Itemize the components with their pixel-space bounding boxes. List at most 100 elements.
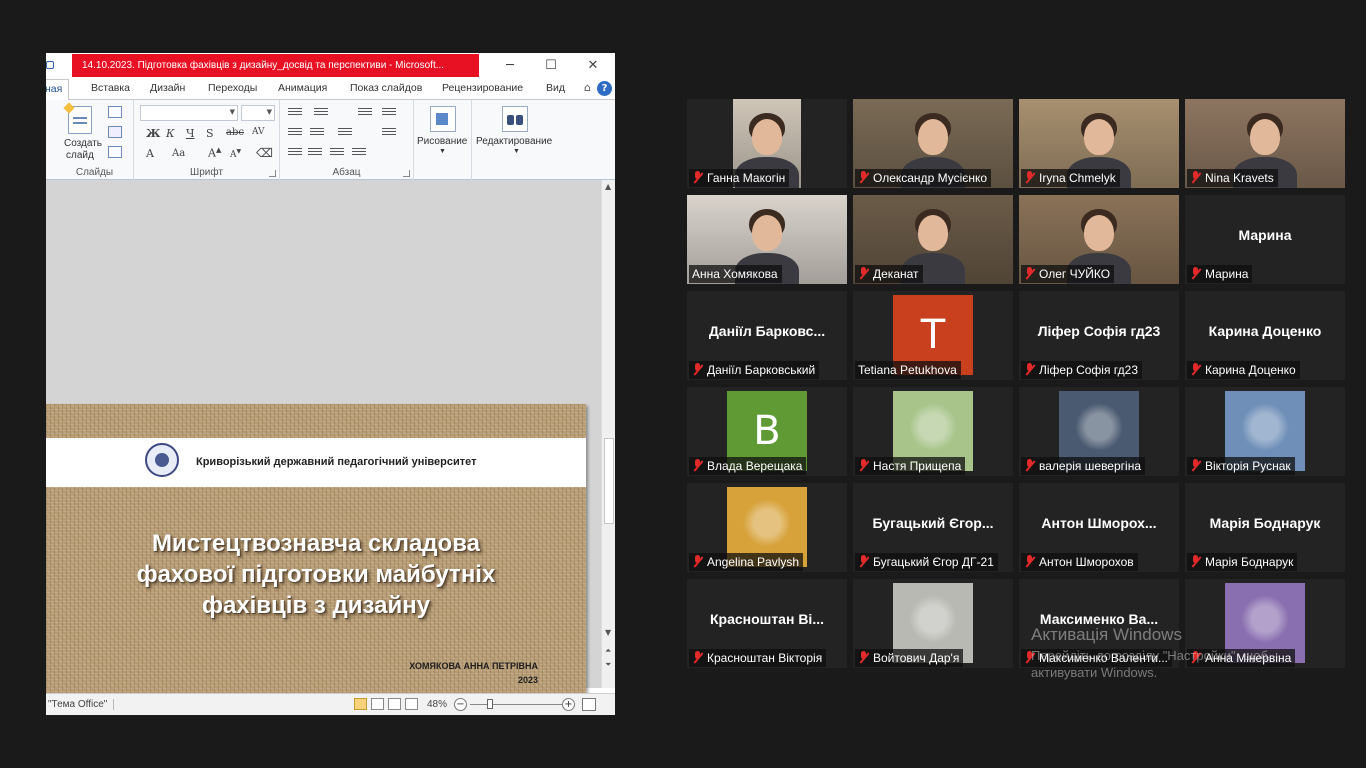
justify-icon[interactable] <box>352 146 366 158</box>
binoculars-icon[interactable] <box>502 106 528 132</box>
participant-tile[interactable]: T Tetiana Petukhova <box>853 291 1013 380</box>
tab-insert[interactable]: Вставка <box>91 82 130 94</box>
participant-tile[interactable]: Nina Kravets <box>1185 99 1345 188</box>
zoom-in-icon[interactable]: + <box>562 698 575 711</box>
slide-canvas[interactable]: Криворізький державний педагогічний унів… <box>46 404 586 715</box>
participant-name-label: Олександр Мусієнко <box>855 169 992 187</box>
new-slide-icon[interactable] <box>63 102 92 134</box>
drawing-icon[interactable] <box>430 106 456 132</box>
participant-tile[interactable]: валерія шевергіна <box>1019 387 1179 476</box>
zoom-slider-thumb[interactable] <box>487 699 493 709</box>
close-icon[interactable]: ✕ <box>573 56 613 76</box>
scroll-down-icon[interactable]: ▼ <box>605 628 611 637</box>
participant-tile[interactable]: Марія Боднарук Марія Боднарук <box>1185 483 1345 572</box>
grow-font-icon[interactable]: A▲ <box>208 146 221 160</box>
title-bar[interactable]: 14.10.2023. Підготовка фахівців з дизайн… <box>46 53 615 79</box>
tab-review[interactable]: Рецензирование <box>442 82 523 94</box>
align-left-icon[interactable] <box>288 146 302 158</box>
bullets-icon[interactable] <box>288 106 302 118</box>
participant-tile[interactable]: Даніїл Барковс... Даніїл Барковський <box>687 291 847 380</box>
scroll-up-icon[interactable]: ▲ <box>605 182 611 191</box>
next-slide-icon[interactable]: ⏷ <box>605 660 611 670</box>
participant-name-label: Iryna Chmelyk <box>1021 169 1120 187</box>
tab-transitions[interactable]: Переходы <box>208 82 257 94</box>
scroll-thumb[interactable] <box>604 438 614 524</box>
zoom-level[interactable]: 48% <box>427 699 447 710</box>
new-slide-button[interactable]: Создать <box>64 138 102 149</box>
bold-icon[interactable]: Ж <box>146 127 160 140</box>
italic-icon[interactable]: К <box>166 127 175 140</box>
participant-tile[interactable]: Олександр Мусієнко <box>853 99 1013 188</box>
tab-view[interactable]: Вид <box>546 82 565 94</box>
vertical-scrollbar[interactable]: ▲ ▼ ⏶ ⏷ <box>601 180 615 688</box>
fit-to-window-icon[interactable] <box>582 698 596 711</box>
font-name-combo[interactable]: ▼ <box>140 105 238 121</box>
participant-tile[interactable]: B Влада Верещака <box>687 387 847 476</box>
tab-design[interactable]: Дизайн <box>150 82 185 94</box>
participant-tile[interactable]: Марина Марина <box>1185 195 1345 284</box>
increase-indent-icon[interactable] <box>310 126 324 138</box>
participant-tile[interactable]: Антон Шморох... Антон Шморохов <box>1019 483 1179 572</box>
text-color-icon[interactable]: A <box>146 147 154 160</box>
layout-icon[interactable] <box>108 106 122 118</box>
participant-tile[interactable]: Angelina Pavlysh <box>687 483 847 572</box>
tab-slideshow[interactable]: Показ слайдов <box>350 82 422 94</box>
participant-tile[interactable]: Деканат <box>853 195 1013 284</box>
drawing-button[interactable]: Рисование <box>417 136 467 147</box>
participant-tile[interactable]: Ліфер Софія гд23 Ліфер Софія гд23 <box>1019 291 1179 380</box>
minimize-ribbon-icon[interactable]: ⌂ <box>584 81 591 94</box>
spacing-icon[interactable]: AV <box>252 127 265 137</box>
zoom-slider[interactable] <box>470 704 562 705</box>
align-center-icon[interactable] <box>308 146 322 158</box>
slide-workspace[interactable]: Криворізький державний педагогічний унів… <box>46 180 601 715</box>
editing-button[interactable]: Редактирование <box>476 136 552 147</box>
participant-tile[interactable]: Анна Хомякова <box>687 195 847 284</box>
columns-icon[interactable] <box>338 126 352 138</box>
reading-view-icon[interactable] <box>388 698 401 710</box>
underline-icon[interactable]: Ч <box>186 127 195 140</box>
numbering-icon[interactable] <box>314 106 328 118</box>
editing-dropdown-icon[interactable]: ▼ <box>513 148 520 155</box>
shadow-icon[interactable]: S <box>206 127 214 140</box>
participant-tile[interactable]: Войтович Дар'я <box>853 579 1013 668</box>
participant-name: Бугацький Єгор ДГ-21 <box>873 555 994 569</box>
decrease-indent-icon[interactable] <box>288 126 302 138</box>
participant-tile[interactable]: Красноштан Ві... Красноштан Вікторія <box>687 579 847 668</box>
slide-sorter-icon[interactable] <box>371 698 384 710</box>
text-direction-icon[interactable] <box>382 106 396 118</box>
paragraph-dialog-launcher-icon[interactable] <box>403 170 410 177</box>
participant-name-label: Деканат <box>855 265 923 283</box>
align-right-icon[interactable] <box>330 146 344 158</box>
drawing-dropdown-icon[interactable]: ▼ <box>439 148 446 155</box>
participant-tile[interactable]: Iryna Chmelyk <box>1019 99 1179 188</box>
participant-tile[interactable]: Бугацький Єгор... Бугацький Єгор ДГ-21 <box>853 483 1013 572</box>
reset-icon[interactable] <box>108 126 122 138</box>
line-spacing-icon[interactable] <box>358 106 372 118</box>
change-case-icon[interactable]: Aa <box>172 148 185 159</box>
zoom-out-icon[interactable]: − <box>454 698 467 711</box>
participant-tile[interactable]: Вікторія Руснак <box>1185 387 1345 476</box>
participant-tile[interactable]: Олег ЧУЙКО <box>1019 195 1179 284</box>
align-text-icon[interactable] <box>382 126 396 138</box>
shrink-font-icon[interactable]: A▼ <box>230 148 241 160</box>
participant-tile[interactable]: Карина Доценко Карина Доценко <box>1185 291 1345 380</box>
normal-view-icon[interactable] <box>354 698 367 710</box>
font-size-combo[interactable]: ▼ <box>241 105 275 121</box>
new-slide-button-label[interactable]: слайд <box>66 150 94 161</box>
participant-tile[interactable]: Ганна Макогін <box>687 99 847 188</box>
font-dialog-launcher-icon[interactable] <box>269 170 276 177</box>
maximize-icon[interactable]: ☐ <box>531 56 571 76</box>
strike-icon[interactable]: abc <box>226 127 244 138</box>
section-icon[interactable] <box>108 146 122 158</box>
minimize-icon[interactable]: ─ <box>490 56 530 76</box>
prev-slide-icon[interactable]: ⏶ <box>605 646 611 656</box>
clear-format-icon[interactable]: ⌫ <box>256 146 273 160</box>
tab-home[interactable]: ная <box>46 79 70 101</box>
watermark-line-1: Перейдіть до розділу "Настройки", щоб <box>1031 648 1269 663</box>
tab-animation[interactable]: Анимация <box>278 82 327 94</box>
slideshow-view-icon[interactable] <box>405 698 418 710</box>
watermark-title: Активація Windows <box>1031 625 1182 644</box>
participant-tile[interactable]: Настя Прищепа <box>853 387 1013 476</box>
help-icon[interactable]: ? <box>597 81 612 96</box>
quick-access-icon[interactable] <box>46 61 54 69</box>
